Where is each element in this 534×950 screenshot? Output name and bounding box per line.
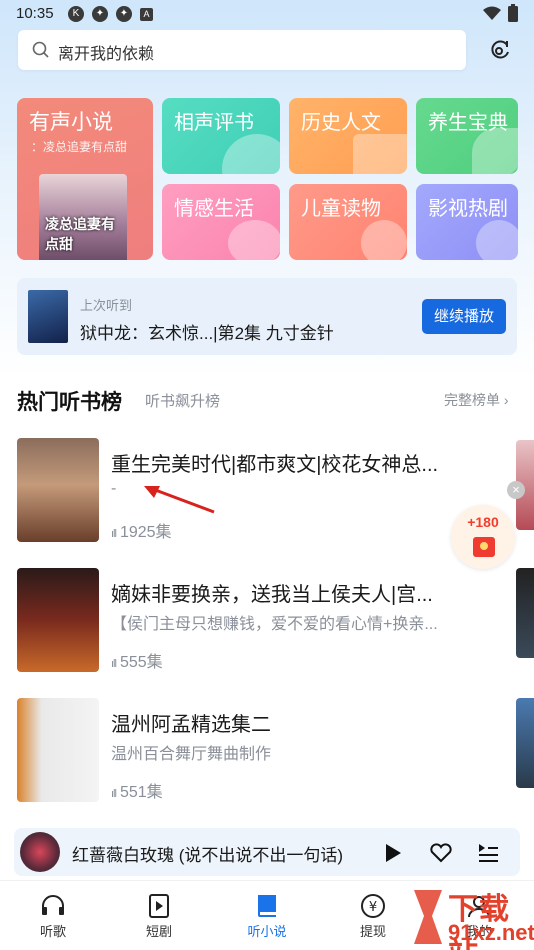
tab-short-drama[interactable]: 短剧 xyxy=(124,881,194,950)
search-bar[interactable]: 离开我的依赖 xyxy=(18,30,466,70)
category-label: 情感生活 xyxy=(174,198,254,220)
next-card-peek[interactable] xyxy=(516,698,534,788)
episode-count-value: 551集 xyxy=(119,784,163,801)
tab-withdraw[interactable]: ¥ 提现 xyxy=(338,881,408,950)
annotation-arrow-icon xyxy=(144,486,215,514)
tab-label: 听歌 xyxy=(39,924,66,939)
reward-amount: +180 xyxy=(467,514,499,530)
section-subtitle-tab[interactable]: 听书飙升榜 xyxy=(145,390,220,411)
book-title: 温州阿孟精选集二 xyxy=(111,714,271,736)
headphones-icon xyxy=(42,895,64,915)
search-placeholder: 离开我的依赖 xyxy=(58,46,155,63)
k-app-icon: K xyxy=(68,6,84,22)
status-bar: 10:35 K ✦ ✦ A xyxy=(0,0,534,28)
crosstalk-decor-icon xyxy=(222,134,280,174)
book-cover-image xyxy=(17,568,99,672)
full-ranking-link[interactable]: 完整榜单 › xyxy=(444,390,509,410)
watermark-url: 91xz.net xyxy=(448,920,534,945)
book-cover-image xyxy=(17,438,99,542)
watermark-logo-icon xyxy=(414,890,442,944)
book-description: 温州百合舞厅舞曲制作 xyxy=(111,746,272,763)
pavilion-decor-icon xyxy=(353,134,407,174)
mini-player[interactable]: 红蔷薇白玫瑰 (说不出说不出一句话) xyxy=(14,828,520,876)
category-sub: ：凌总追妻有点甜 xyxy=(31,140,128,154)
category-kids[interactable]: 儿童读物 xyxy=(289,184,407,260)
category-label: 历史人文 xyxy=(301,112,381,134)
recently-played-card[interactable]: 上次听到 狱中龙：玄术惊...|第2集 九寸金针 继续播放 xyxy=(17,278,517,355)
a-app-icon: A xyxy=(140,8,153,21)
category-health[interactable]: 养生宝典 xyxy=(416,98,518,174)
section-title: 热门听书榜 xyxy=(17,391,122,414)
category-label: 儿童读物 xyxy=(301,198,381,220)
novel-cover-image: 凌总追妻有点甜 xyxy=(39,174,127,260)
tab-label: 短剧 xyxy=(145,924,172,939)
tab-label: 提现 xyxy=(359,924,386,939)
tab-label: 听小说 xyxy=(247,924,287,939)
episode-count: ıll 551集 xyxy=(111,778,163,802)
status-time: 10:35 xyxy=(16,5,54,22)
leaf-decor-icon xyxy=(472,128,518,174)
category-history[interactable]: 历史人文 xyxy=(289,98,407,174)
wifi-icon xyxy=(483,6,501,20)
recent-label: 上次听到 xyxy=(80,298,133,313)
category-label: 影视热剧 xyxy=(428,198,508,220)
audio-wave-icon: ıll xyxy=(111,658,117,670)
next-card-peek[interactable] xyxy=(516,568,534,658)
book-cover-image xyxy=(17,698,99,802)
category-label: 有声小说 xyxy=(29,111,113,134)
book-title: 嫡妹非要换亲，送我当上侯夫人|宫... xyxy=(111,584,433,606)
video-play-icon xyxy=(149,894,169,918)
film-reel-decor-icon xyxy=(476,220,518,260)
list-item[interactable]: 温州阿孟精选集二 温州百合舞厅舞曲制作 ıll 551集 xyxy=(0,698,534,808)
list-item[interactable]: 嫡妹非要换亲，送我当上侯夫人|宫... 【侯门主母只想赚钱，爱不爱的看心情+换亲… xyxy=(0,568,534,678)
chick-decor-icon xyxy=(361,220,407,260)
episode-count: ıll 555集 xyxy=(111,648,163,672)
full-ranking-label: 完整榜单 xyxy=(444,392,500,408)
book-description: 【侯门主母只想赚钱，爱不爱的看心情+换亲... xyxy=(111,616,438,633)
heart-decor-icon xyxy=(228,220,280,260)
heart-icon[interactable] xyxy=(430,843,452,863)
playlist-icon[interactable] xyxy=(477,842,499,862)
reward-close-icon[interactable]: × xyxy=(507,481,525,499)
audio-wave-icon: ıll xyxy=(111,528,117,540)
category-audio-novel[interactable]: 有声小说 ：凌总追妻有点甜 凌总追妻有点甜 xyxy=(17,98,153,260)
tab-music[interactable]: 听歌 xyxy=(18,881,88,950)
audio-wave-icon: ıll xyxy=(111,788,117,800)
site-watermark: 下载站 91xz.net xyxy=(408,882,534,950)
search-icon xyxy=(32,41,49,58)
voice-search-icon[interactable] xyxy=(488,38,512,62)
chevron-right-icon: › xyxy=(503,392,509,408)
recent-title: 狱中龙：玄术惊...|第2集 九寸金针 xyxy=(80,324,334,343)
book-icon xyxy=(258,895,276,917)
book-title: 重生完美时代|都市爽文|校花女神总... xyxy=(111,454,439,476)
episode-count: ıll 1925集 xyxy=(111,518,172,542)
recent-cover-image xyxy=(28,290,68,343)
episode-count-value: 1925集 xyxy=(119,524,172,541)
reward-bubble[interactable]: +180 xyxy=(451,505,515,569)
svg-text:¥: ¥ xyxy=(369,900,377,915)
play-icon[interactable] xyxy=(384,843,402,863)
yuan-coin-icon: ¥ xyxy=(361,894,385,918)
app-notification-icon-2: ✦ xyxy=(116,6,132,22)
player-cover-image xyxy=(20,832,60,872)
category-label: 相声评书 xyxy=(174,112,254,134)
player-track-title: 红蔷薇白玫瑰 (说不出说不出一句话) xyxy=(72,846,344,865)
continue-play-button[interactable]: 继续播放 xyxy=(422,299,506,334)
category-emotion[interactable]: 情感生活 xyxy=(162,184,280,260)
category-tv-drama[interactable]: 影视热剧 xyxy=(416,184,518,260)
red-envelope-icon xyxy=(473,537,495,557)
category-crosstalk[interactable]: 相声评书 xyxy=(162,98,280,174)
novel-cover-text: 凌总追妻有点甜 xyxy=(45,216,115,252)
episode-count-value: 555集 xyxy=(119,654,163,671)
battery-icon xyxy=(508,4,518,22)
tab-audio-novel[interactable]: 听小说 xyxy=(232,881,302,950)
app-notification-icon: ✦ xyxy=(92,6,108,22)
